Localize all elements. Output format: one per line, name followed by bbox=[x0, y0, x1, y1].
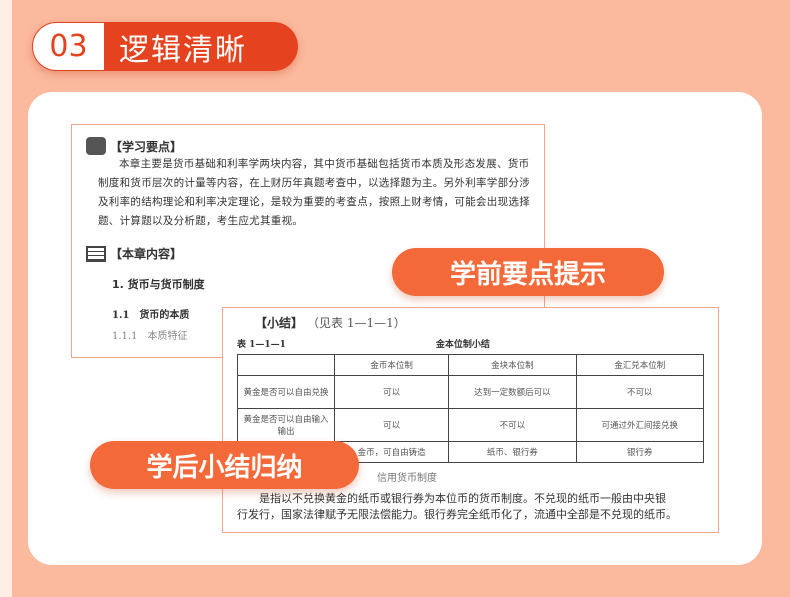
table-row: 黄金是否可以自由输入输出 可以 不可以 可通过外汇间接兑换 bbox=[237, 408, 705, 442]
cell: 纸币、银行券 bbox=[448, 441, 577, 463]
section-header: 03 逻辑清晰 bbox=[32, 22, 298, 71]
table-number: 表 1—1—1 bbox=[237, 340, 286, 350]
table-header-row: 金币本位制 金块本位制 金汇兑本位制 bbox=[237, 354, 705, 376]
table-row: 黄金是否可以自由兑换 可以 达到一定数额后可以 不可以 bbox=[237, 375, 705, 409]
cell: 银行券 bbox=[575, 441, 705, 463]
study-points-text: 本章主要是货币基础和利率学两块内容，其中货币基础包括货币本质及形态发展、货币制度… bbox=[98, 158, 530, 227]
header-cell bbox=[237, 354, 335, 376]
cell: 黄金是否可以自由兑换 bbox=[237, 375, 335, 409]
cell: 不可以 bbox=[575, 375, 705, 409]
left-strip bbox=[0, 0, 12, 597]
study-icon bbox=[86, 137, 106, 155]
table-title: 金本位制小结 bbox=[435, 340, 490, 350]
contents-heading: 【本章内容】 bbox=[110, 247, 183, 261]
body-text: 行发行，国家法律赋予无限法偿能力。银行券完全纸币化了，流通中全部是不兑现的纸币。 bbox=[237, 508, 677, 521]
cell: 可通过外汇间接兑换 bbox=[575, 408, 705, 442]
summary-page-preview: 【小结】 （见表 1—1—1） 表 1—1—1 金本位制小结 金币本位制 金块本位制金… bbox=[222, 307, 719, 533]
header-cell: 金汇兑本位制 bbox=[575, 354, 705, 376]
summary-ref: （见表 1—1—1） bbox=[307, 316, 406, 330]
study-points-heading: 【学习要点】 bbox=[110, 139, 183, 154]
before-study-tag: 学前要点提示 bbox=[392, 248, 664, 296]
book-icon bbox=[86, 245, 106, 262]
header-cell: 金币本位制 bbox=[333, 354, 450, 376]
cell: 达到一定数额后可以 bbox=[448, 375, 577, 409]
after-study-tag: 学后小结归纳 bbox=[90, 441, 359, 489]
section-number: 03 bbox=[32, 22, 105, 71]
header-cell: 金块本位制 bbox=[448, 354, 577, 376]
section-title: 逻辑清晰 bbox=[119, 32, 247, 68]
cell: 不可以 bbox=[448, 408, 577, 442]
subheading: 信用货币制度 bbox=[377, 473, 437, 484]
cell: 可以 bbox=[333, 408, 450, 442]
summary-heading: 【小结】 bbox=[255, 316, 304, 330]
cell: 黄金是否可以自由输入输出 bbox=[237, 408, 335, 442]
cell: 可以 bbox=[333, 375, 450, 409]
